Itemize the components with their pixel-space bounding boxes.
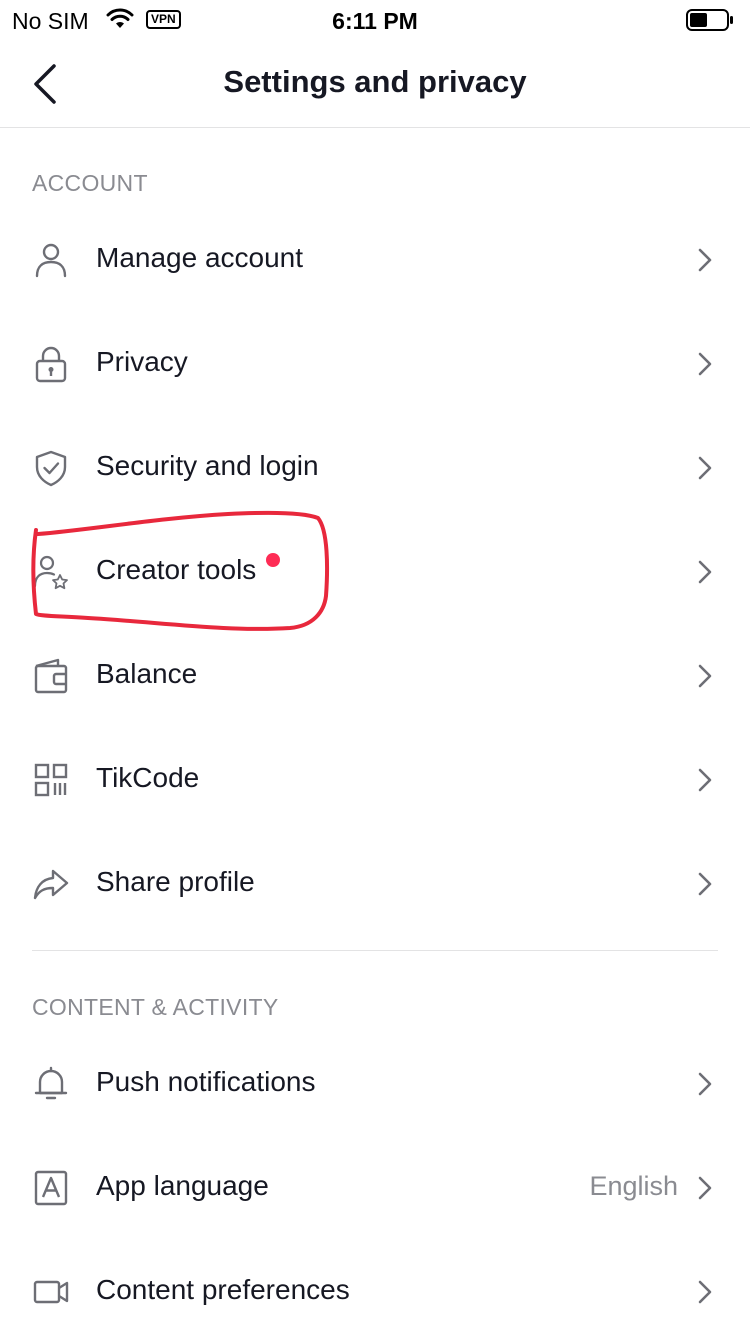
settings-item-label: Push notifications <box>96 1066 316 1097</box>
app-language-value: English <box>589 1171 678 1201</box>
settings-item-push-notifications[interactable]: Push notifications <box>0 1032 750 1136</box>
section-header-account: ACCOUNT <box>32 170 148 196</box>
chevron-right-icon <box>698 664 712 688</box>
status-time: 6:11 PM <box>332 8 418 34</box>
settings-item-label: Security and login <box>96 450 319 481</box>
chevron-right-icon <box>698 768 712 792</box>
settings-item-label: Share profile <box>96 866 255 897</box>
settings-item-content-preferences[interactable]: Content preferences <box>0 1240 750 1334</box>
video-camera-icon <box>33 1280 69 1304</box>
settings-item-label: Privacy <box>96 346 188 377</box>
back-button[interactable] <box>22 60 70 108</box>
language-icon <box>34 1170 68 1206</box>
chevron-right-icon <box>698 1072 712 1096</box>
settings-item-label: Creator tools <box>96 554 257 585</box>
wallet-icon <box>34 658 68 694</box>
settings-item-app-language[interactable]: App language English <box>0 1136 750 1240</box>
chevron-right-icon <box>698 1176 712 1200</box>
section-header-content-activity: CONTENT & ACTIVITY <box>32 994 279 1020</box>
chevron-right-icon <box>698 456 712 480</box>
settings-item-balance[interactable]: Balance <box>0 624 750 728</box>
battery-icon <box>686 9 733 31</box>
lock-icon <box>35 346 67 383</box>
status-bar: No SIM VPN 6:11 PM <box>0 0 750 40</box>
settings-item-creator-tools[interactable]: Creator tools <box>0 520 750 624</box>
settings-item-label: Manage account <box>96 242 304 273</box>
shield-icon <box>35 450 67 487</box>
chevron-right-icon <box>698 248 712 272</box>
settings-item-share-profile[interactable]: Share profile <box>0 832 750 936</box>
settings-item-privacy[interactable]: Privacy <box>0 312 750 416</box>
person-star-icon <box>33 555 68 590</box>
settings-item-label: TikCode <box>96 762 200 793</box>
qr-code-icon <box>34 763 68 797</box>
settings-item-label: Balance <box>96 658 198 689</box>
settings-item-label: Content preferences <box>96 1274 350 1305</box>
section-divider <box>32 950 718 951</box>
chevron-right-icon <box>698 1280 712 1304</box>
share-icon <box>33 869 69 900</box>
bell-icon <box>34 1066 68 1100</box>
nav-bar: Settings and privacy <box>0 40 750 128</box>
settings-item-security[interactable]: Security and login <box>0 416 750 520</box>
chevron-right-icon <box>698 560 712 584</box>
page-title: Settings and privacy <box>223 64 527 99</box>
chevron-right-icon <box>698 352 712 376</box>
chevron-right-icon <box>698 872 712 896</box>
person-icon <box>35 243 67 278</box>
settings-item-manage-account[interactable]: Manage account <box>0 208 750 312</box>
settings-item-label: App language <box>96 1170 269 1201</box>
notification-dot <box>266 553 280 567</box>
settings-item-tikcode[interactable]: TikCode <box>0 728 750 832</box>
chevron-left-icon <box>34 64 56 104</box>
